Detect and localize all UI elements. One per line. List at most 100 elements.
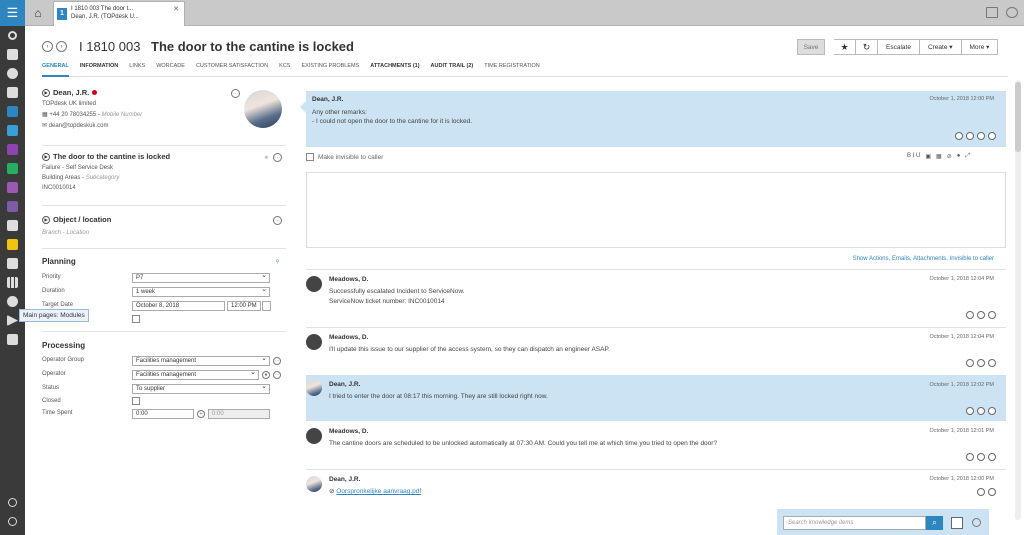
create-button[interactable]: Create ▾ bbox=[919, 39, 962, 55]
collapse-icon[interactable] bbox=[972, 518, 981, 527]
caller-name[interactable]: Dean, J.R. bbox=[53, 88, 89, 97]
compass-icon[interactable] bbox=[0, 512, 25, 531]
target-date-field[interactable]: October 8, 2018 bbox=[132, 301, 225, 311]
table-icon[interactable]: ▦ bbox=[936, 153, 942, 160]
request-options-icon[interactable]: ⋯ bbox=[273, 153, 282, 162]
tab-customer-satisfaction[interactable]: CUSTOMER SATISFACTION bbox=[196, 63, 268, 77]
forward-icon[interactable] bbox=[966, 359, 974, 367]
invisible-checkbox[interactable] bbox=[306, 153, 314, 161]
forward-icon[interactable] bbox=[966, 407, 974, 415]
knowledge-options-icon[interactable] bbox=[951, 517, 963, 529]
new-call-icon[interactable] bbox=[0, 45, 25, 64]
forward-icon[interactable] bbox=[966, 311, 974, 319]
tab-existing-problems[interactable]: EXISTING PROBLEMS bbox=[301, 63, 359, 77]
edit-icon[interactable] bbox=[977, 488, 985, 496]
expand-icon[interactable]: ▶ bbox=[42, 152, 50, 161]
tab-links[interactable]: LINKS bbox=[129, 63, 145, 77]
star-icon[interactable]: ★ bbox=[834, 39, 856, 55]
forward-icon[interactable] bbox=[955, 132, 963, 140]
show-options-link[interactable]: Show Actions, Emails, Attachments, Invis… bbox=[853, 256, 994, 262]
assets-icon[interactable] bbox=[0, 178, 25, 197]
menu-icon[interactable]: ☰ bbox=[0, 0, 25, 26]
closed-checkbox[interactable] bbox=[132, 397, 140, 405]
calendar-icon[interactable] bbox=[0, 216, 25, 235]
next-icon[interactable]: › bbox=[56, 41, 67, 52]
priority-select[interactable]: P7 bbox=[132, 272, 270, 283]
escalate-button[interactable]: Escalate bbox=[878, 39, 920, 55]
time-spent-field[interactable]: 0:00 bbox=[132, 409, 194, 419]
attachment-link[interactable]: Oorspronkelijke aanvraag.pdf bbox=[336, 488, 421, 495]
person-icon[interactable]: ● bbox=[957, 153, 961, 160]
target-time-field[interactable]: 12:00 PM bbox=[227, 301, 261, 311]
planning-icon[interactable]: ⚲ bbox=[273, 257, 282, 266]
more-button[interactable]: More ▾ bbox=[961, 39, 999, 55]
previous-icon[interactable]: ‹ bbox=[42, 41, 53, 52]
search-icon[interactable]: ⌕ bbox=[926, 516, 943, 530]
expand-icon[interactable] bbox=[0, 493, 25, 512]
delete-icon[interactable] bbox=[988, 311, 996, 319]
search-icon[interactable] bbox=[0, 26, 25, 45]
edit-icon[interactable] bbox=[966, 132, 974, 140]
operator-group-options-icon[interactable]: ⋯ bbox=[273, 357, 281, 365]
user-settings-icon[interactable] bbox=[1006, 7, 1018, 18]
forward-icon[interactable] bbox=[966, 453, 974, 461]
expand-icon[interactable]: ▶ bbox=[42, 215, 50, 224]
scrollbar[interactable] bbox=[1015, 80, 1021, 520]
change-icon[interactable] bbox=[0, 159, 25, 178]
delete-icon[interactable] bbox=[988, 359, 996, 367]
status-select[interactable]: To supplier bbox=[132, 383, 270, 394]
fullscreen-icon[interactable]: ⤢ bbox=[965, 153, 970, 160]
person-icon[interactable]: ● bbox=[262, 371, 270, 379]
delete-icon[interactable] bbox=[988, 407, 996, 415]
incident-icon[interactable] bbox=[0, 102, 25, 121]
scrollbar-thumb[interactable] bbox=[1015, 82, 1021, 152]
tab-kcs[interactable]: KCS bbox=[279, 63, 290, 77]
operator-options-icon[interactable]: ⋯ bbox=[273, 371, 281, 379]
object-options-icon[interactable]: ⋯ bbox=[273, 216, 282, 225]
caller-email[interactable]: dean@topdeskuk.com bbox=[49, 123, 109, 129]
reservations-icon[interactable] bbox=[0, 197, 25, 216]
delete-icon[interactable] bbox=[988, 132, 996, 140]
tab-incident[interactable]: 1 I 1810 003 The door t... Dean, J.R. (T… bbox=[53, 1, 185, 26]
tab-audit-trail[interactable]: AUDIT TRAIL (2) bbox=[431, 63, 474, 77]
caller-options-icon[interactable]: ⋯ bbox=[231, 89, 240, 98]
attach-icon[interactable]: ⊘ bbox=[947, 153, 952, 160]
problem-icon[interactable] bbox=[0, 140, 25, 159]
tab-attachments[interactable]: ATTACHMENTS (1) bbox=[370, 63, 419, 77]
tools-icon[interactable] bbox=[0, 83, 25, 102]
info-icon[interactable] bbox=[0, 254, 25, 273]
delete-icon[interactable] bbox=[988, 488, 996, 496]
expand-icon[interactable]: ▶ bbox=[42, 88, 50, 97]
tab-worcade[interactable]: WORCADE bbox=[156, 63, 185, 77]
action-editor[interactable] bbox=[306, 172, 1006, 248]
bold-italic-underline[interactable]: B I U bbox=[907, 153, 920, 160]
close-icon[interactable]: ✕ bbox=[173, 5, 179, 13]
add-icon[interactable] bbox=[977, 132, 985, 140]
edit-icon[interactable] bbox=[977, 407, 985, 415]
edit-icon[interactable] bbox=[977, 311, 985, 319]
calendar-icon[interactable] bbox=[986, 7, 998, 18]
save-button[interactable]: Save bbox=[797, 39, 825, 55]
edit-icon[interactable] bbox=[977, 359, 985, 367]
phone-icon[interactable] bbox=[0, 64, 25, 83]
image-icon[interactable]: ▣ bbox=[925, 153, 931, 160]
add-time-icon[interactable]: + bbox=[197, 410, 205, 418]
facilities-icon[interactable] bbox=[0, 235, 25, 254]
edit-icon[interactable] bbox=[977, 453, 985, 461]
tab-information[interactable]: INFORMATION bbox=[80, 63, 118, 77]
modules-grid-icon[interactable] bbox=[0, 273, 25, 292]
tab-general[interactable]: GENERAL bbox=[42, 63, 69, 77]
tab-time-registration[interactable]: TIME REGISTRATION bbox=[484, 63, 540, 77]
refresh-icon[interactable]: ↻ bbox=[856, 39, 878, 55]
second-line-icon[interactable] bbox=[0, 121, 25, 140]
calendar-icon[interactable] bbox=[262, 301, 271, 311]
duration-select[interactable]: 1 week bbox=[132, 286, 270, 297]
operator-group-select[interactable]: Facilities management bbox=[132, 355, 270, 366]
lightbulb-icon[interactable]: ✺ bbox=[262, 153, 271, 162]
document-icon[interactable] bbox=[0, 330, 25, 349]
home-icon[interactable]: ⌂ bbox=[27, 2, 49, 24]
knowledge-search-input[interactable]: Search knowledge items bbox=[783, 516, 926, 530]
planning-checkbox[interactable] bbox=[132, 315, 140, 323]
delete-icon[interactable] bbox=[988, 453, 996, 461]
operator-select[interactable]: Facilities management bbox=[132, 369, 259, 380]
